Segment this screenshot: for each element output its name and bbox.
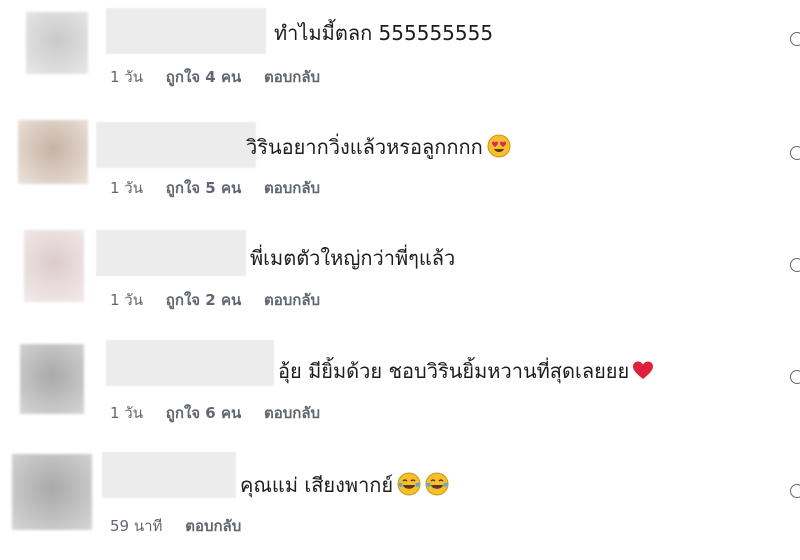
commenter-name-blurred[interactable] <box>102 452 236 498</box>
comment-likes[interactable]: ถูกใจ 6 คน <box>166 404 241 422</box>
comment-likes[interactable]: ถูกใจ 4 คน <box>166 68 241 86</box>
more-options-icon[interactable] <box>790 258 800 272</box>
comment-text: วิรินอยากวิ่งแล้วหรอลูกกกก <box>246 135 483 159</box>
commenter-name-blurred[interactable] <box>106 340 274 386</box>
comment-time[interactable]: 1 วัน <box>110 179 143 197</box>
reply-link[interactable]: ตอบกลับ <box>264 404 320 422</box>
comment-likes[interactable]: ถูกใจ 2 คน <box>166 291 241 309</box>
avatar[interactable] <box>24 230 84 302</box>
comment-likes[interactable]: ถูกใจ 5 คน <box>166 179 241 197</box>
comment-text: คุณแม่ เสียงพากย์ <box>240 473 394 497</box>
comment-text: ทำไมมี้ตลก 555555555 <box>274 21 494 45</box>
avatar[interactable] <box>20 344 84 414</box>
reply-link[interactable]: ตอบกลับ <box>264 291 320 309</box>
comment-item: พี่เมตตัวใหญ่กว่าพี่ๆแล้ว 1 วัน ถูกใจ 2 … <box>0 224 800 336</box>
comment-meta: 1 วัน ถูกใจ 6 คน ตอบกลับ <box>110 401 338 425</box>
red-heart-emoji-icon <box>633 361 654 379</box>
comment-time[interactable]: 59 นาที <box>110 517 162 535</box>
more-options-icon[interactable] <box>790 484 800 498</box>
comment-item: ทำไมมี้ตลก 555555555 1 วัน ถูกใจ 4 คน ตอ… <box>0 0 800 112</box>
comment-meta: 59 นาที ตอบกลับ <box>110 514 259 538</box>
comment-item: วิรินอยากวิ่งแล้วหรอลูกกกก 1 วัน ถูกใจ 5… <box>0 112 800 224</box>
comment-text-line: วิรินอยากวิ่งแล้วหรอลูกกกก <box>246 134 511 159</box>
more-options-icon[interactable] <box>790 146 800 160</box>
tears-of-joy-emoji-icon <box>397 472 421 496</box>
comment-time[interactable]: 1 วัน <box>110 291 143 309</box>
comment-time[interactable]: 1 วัน <box>110 404 143 422</box>
comment-item: อุ้ย มียิ้มด้วย ชอบวิรินยิ้มหวานที่สุดเล… <box>0 336 800 448</box>
avatar[interactable] <box>26 12 88 74</box>
reply-link[interactable]: ตอบกลับ <box>264 179 320 197</box>
heart-eyes-emoji-icon <box>487 134 511 158</box>
commenter-name-blurred[interactable] <box>106 8 266 54</box>
commenter-name-blurred[interactable] <box>96 122 256 168</box>
comment-time[interactable]: 1 วัน <box>110 68 143 86</box>
comment-meta: 1 วัน ถูกใจ 5 คน ตอบกลับ <box>110 176 338 200</box>
comment-text-line: คุณแม่ เสียงพากย์ <box>240 472 449 497</box>
comment-meta: 1 วัน ถูกใจ 4 คน ตอบกลับ <box>110 65 338 89</box>
comment-text: พี่เมตตัวใหญ่กว่าพี่ๆแล้ว <box>250 246 456 270</box>
avatar[interactable] <box>18 120 88 184</box>
comment-text: อุ้ย มียิ้มด้วย ชอบวิรินยิ้มหวานที่สุดเล… <box>278 359 630 383</box>
more-options-icon[interactable] <box>790 370 800 384</box>
commenter-name-blurred[interactable] <box>96 230 246 276</box>
more-options-icon[interactable] <box>790 32 800 46</box>
reply-link[interactable]: ตอบกลับ <box>185 517 241 535</box>
reply-link[interactable]: ตอบกลับ <box>264 68 320 86</box>
comment-meta: 1 วัน ถูกใจ 2 คน ตอบกลับ <box>110 288 338 312</box>
comment-item: คุณแม่ เสียงพากย์ 59 นาที ตอบกลับ <box>0 448 800 560</box>
avatar[interactable] <box>12 454 92 530</box>
grinning-sweat-emoji-icon <box>425 472 449 496</box>
comment-text-line: อุ้ย มียิ้มด้วย ชอบวิรินยิ้มหวานที่สุดเล… <box>278 358 655 383</box>
